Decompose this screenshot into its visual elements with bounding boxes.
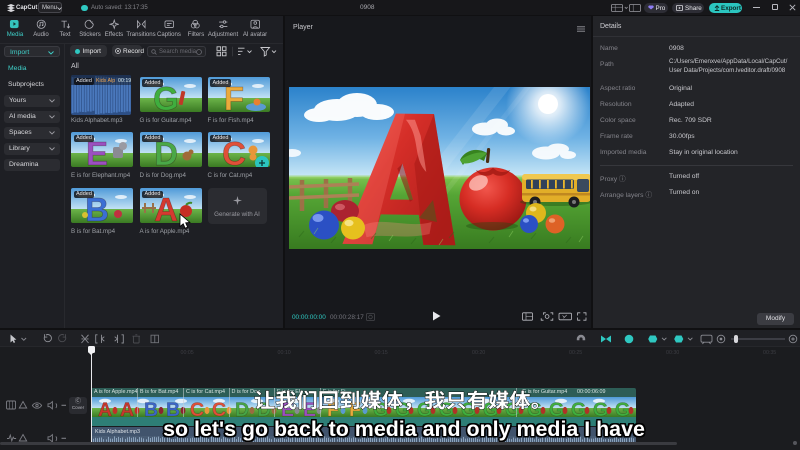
svg-text:A: A: [98, 398, 112, 416]
svg-text:D: D: [235, 398, 249, 416]
svg-text:B: B: [166, 398, 180, 416]
svg-text:C: C: [190, 398, 204, 416]
svg-text:A: A: [120, 398, 134, 416]
svg-text:G: G: [571, 398, 586, 416]
svg-text:G: G: [615, 398, 630, 416]
svg-text:C: C: [212, 398, 226, 416]
svg-text:B: B: [144, 398, 158, 416]
svg-text:G: G: [549, 398, 564, 416]
svg-text:G: G: [593, 398, 608, 416]
